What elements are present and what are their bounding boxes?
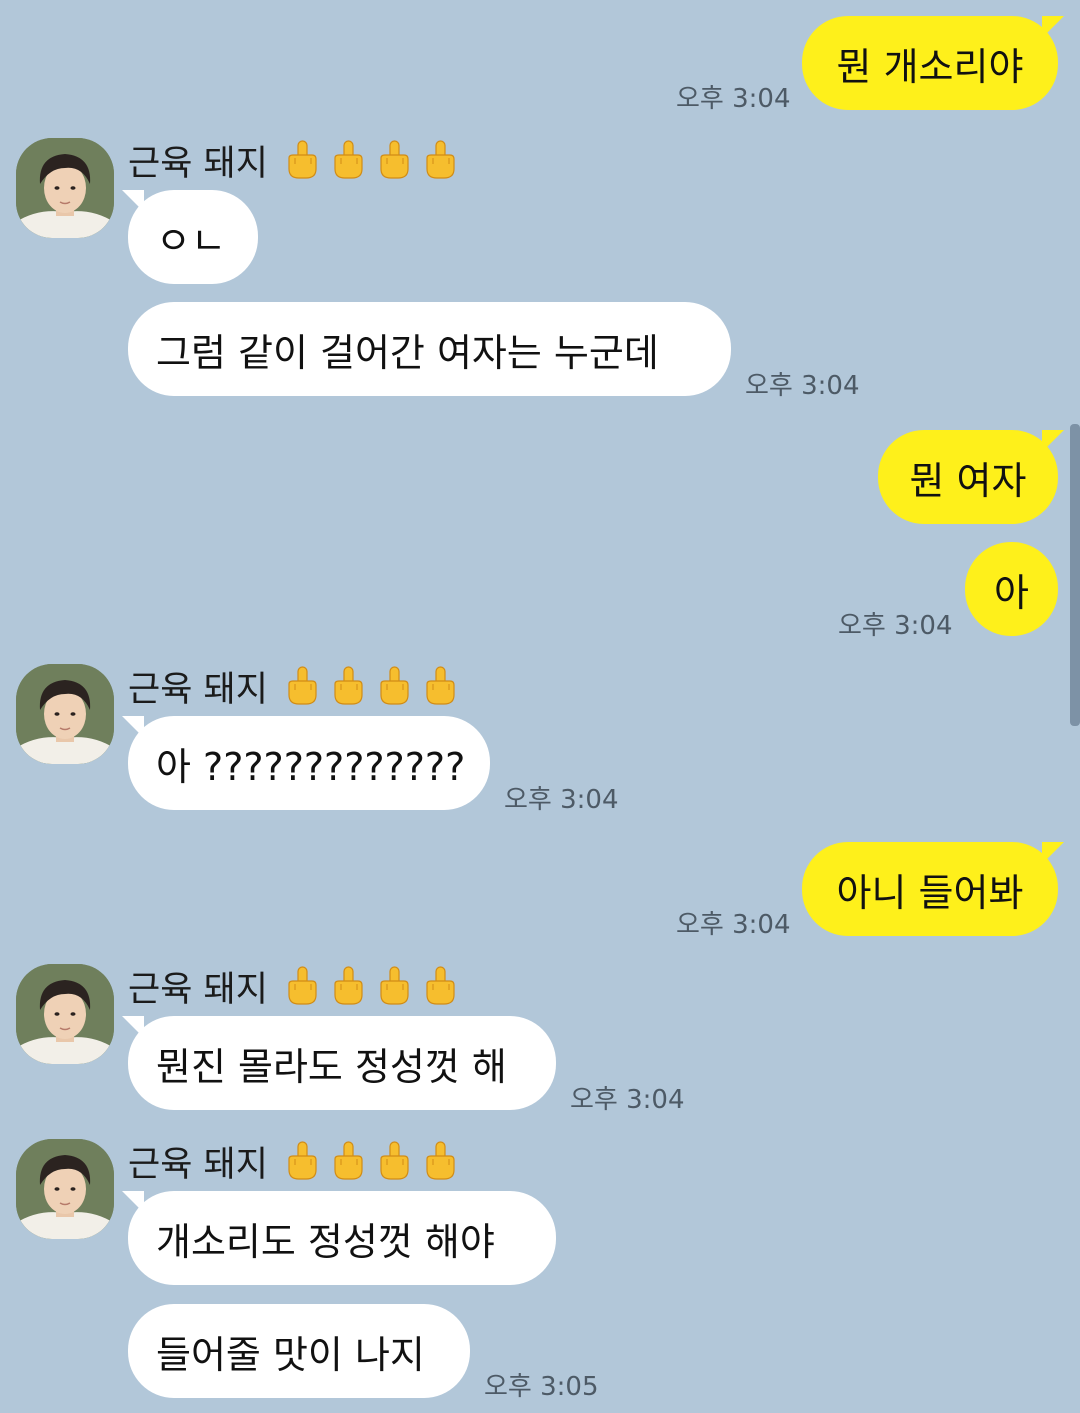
middle-finger-icon: [288, 140, 317, 179]
middle-finger-icon: [426, 1141, 455, 1180]
sender-header: 근육 돼지: [128, 138, 458, 184]
message-time: 오후 3:04: [570, 1085, 685, 1115]
middle-finger-icon: [288, 1141, 317, 1180]
message-time: 오후 3:04: [745, 371, 860, 401]
their-message-bubble[interactable]: 아 ?????????????: [128, 716, 490, 810]
middle-finger-icon: [334, 666, 363, 705]
sender-header: 근육 돼지: [128, 1139, 458, 1185]
sender-name: 근육 돼지: [128, 669, 268, 710]
middle-finger-icon: [334, 140, 363, 179]
my-message-bubble[interactable]: 뭔 개소리야: [802, 16, 1058, 110]
sender-name: 근육 돼지: [128, 1144, 268, 1185]
sender-name: 근육 돼지: [128, 143, 268, 184]
middle-finger-icon: [380, 140, 409, 179]
their-message-bubble[interactable]: 그럼 같이 걸어간 여자는 누군데: [128, 302, 731, 396]
my-message-bubble[interactable]: 아니 들어봐: [802, 842, 1058, 936]
middle-finger-icon: [426, 140, 455, 179]
scrollbar[interactable]: [1070, 424, 1080, 726]
sender-header: 근육 돼지: [128, 664, 458, 710]
middle-finger-icon: [380, 1141, 409, 1180]
avatar[interactable]: [16, 1139, 114, 1239]
middle-finger-icon: [380, 966, 409, 1005]
message-time: 오후 3:04: [676, 910, 791, 940]
message-time: 오후 3:04: [504, 785, 619, 815]
my-message-bubble[interactable]: 뭔 여자: [878, 430, 1058, 524]
their-message-bubble[interactable]: 들어줄 맛이 나지: [128, 1304, 470, 1398]
message-time: 오후 3:04: [676, 84, 791, 114]
their-message-bubble[interactable]: 개소리도 정성껏 해야: [128, 1191, 556, 1285]
middle-finger-icon: [288, 966, 317, 1005]
middle-finger-icon: [426, 966, 455, 1005]
middle-finger-icon: [426, 666, 455, 705]
avatar[interactable]: [16, 964, 114, 1064]
sender-name: 근육 돼지: [128, 969, 268, 1010]
avatar[interactable]: [16, 664, 114, 764]
message-time: 오후 3:05: [484, 1372, 599, 1402]
their-message-bubble[interactable]: ㅇㄴ: [128, 190, 258, 284]
middle-finger-icon: [380, 666, 409, 705]
their-message-bubble[interactable]: 뭔진 몰라도 정성껏 해: [128, 1016, 556, 1110]
middle-finger-icon: [334, 966, 363, 1005]
sender-header: 근육 돼지: [128, 964, 458, 1010]
middle-finger-icon: [288, 666, 317, 705]
my-message-bubble[interactable]: 아: [965, 542, 1058, 636]
middle-finger-icon: [334, 1141, 363, 1180]
avatar[interactable]: [16, 138, 114, 238]
message-time: 오후 3:04: [838, 611, 953, 641]
